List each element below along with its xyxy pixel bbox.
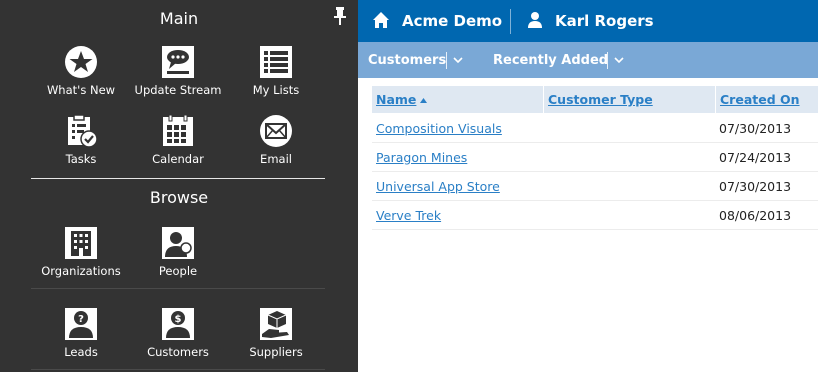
- menu-item-leads[interactable]: ? Leads: [31, 307, 131, 359]
- svg-text:$: $: [175, 314, 182, 325]
- menu-item-people[interactable]: People: [128, 226, 228, 278]
- menu-item-whats-new[interactable]: What's New: [31, 45, 131, 97]
- entity-selector[interactable]: Customers: [368, 53, 446, 68]
- tasks-icon: [68, 114, 98, 148]
- menu-item-customers[interactable]: $ Customers: [128, 307, 228, 359]
- created-on-cell: 07/30/2013: [719, 179, 792, 194]
- menu-item-email[interactable]: Email: [226, 114, 326, 166]
- created-on-cell: 07/24/2013: [719, 150, 792, 165]
- column-header-name[interactable]: Name: [376, 86, 428, 113]
- menu-item-suppliers[interactable]: Suppliers: [226, 307, 326, 359]
- main-section-title: Main: [159, 9, 199, 28]
- crumb-separator: [446, 52, 447, 69]
- question-person-icon: ?: [65, 308, 97, 340]
- column-divider[interactable]: [715, 86, 716, 113]
- menu-item-update-stream[interactable]: Update Stream: [128, 45, 228, 97]
- table-row[interactable]: Universal App Store 07/30/2013: [372, 172, 818, 201]
- view-selector[interactable]: Recently Added: [493, 53, 608, 68]
- created-on-cell: 07/30/2013: [719, 121, 792, 136]
- list-icon: [260, 46, 292, 78]
- column-header-label: Name: [376, 92, 417, 107]
- home-icon[interactable]: [372, 11, 390, 29]
- dollar-person-icon: $: [162, 308, 194, 340]
- menu-item-label: People: [158, 264, 198, 278]
- view-selector-bar: Customers Recently Added: [358, 42, 818, 78]
- calendar-icon: [163, 114, 193, 146]
- person-icon: [162, 227, 194, 259]
- navigation-menu: Main What's New Update Stream My Lists T…: [0, 0, 358, 372]
- user-name[interactable]: Karl Rogers: [555, 12, 654, 30]
- star-icon: [65, 46, 97, 78]
- column-header-created-on[interactable]: Created On: [720, 86, 800, 113]
- app-header: Acme Demo Karl Rogers: [358, 0, 818, 42]
- customer-name-link[interactable]: Verve Trek: [376, 208, 441, 223]
- column-divider[interactable]: [543, 86, 544, 113]
- menu-item-label: Customers: [147, 345, 209, 359]
- table-row[interactable]: Composition Visuals 07/30/2013: [372, 114, 818, 143]
- table-row[interactable]: Verve Trek 08/06/2013: [372, 201, 818, 230]
- customer-name-link[interactable]: Universal App Store: [376, 179, 500, 194]
- menu-item-label: Update Stream: [134, 83, 222, 97]
- menu-item-label: Email: [260, 152, 292, 166]
- customer-name-link[interactable]: Paragon Mines: [376, 150, 467, 165]
- section-divider: [31, 288, 325, 289]
- chat-icon: [162, 46, 194, 78]
- user-icon[interactable]: [528, 11, 542, 29]
- building-icon: [65, 227, 97, 259]
- svg-text:?: ?: [78, 314, 84, 325]
- section-divider: [31, 178, 325, 179]
- header-separator: [510, 9, 511, 34]
- menu-item-label: Calendar: [152, 152, 204, 166]
- pin-icon[interactable]: [332, 7, 348, 25]
- menu-item-my-lists[interactable]: My Lists: [226, 45, 326, 97]
- column-header-customer-type[interactable]: Customer Type: [548, 86, 653, 113]
- menu-item-label: Organizations: [41, 264, 121, 278]
- customer-name-link[interactable]: Composition Visuals: [376, 121, 502, 136]
- sort-ascending-icon: [420, 98, 428, 103]
- chevron-down-icon[interactable]: [614, 57, 624, 64]
- table-row[interactable]: Paragon Mines 07/24/2013: [372, 143, 818, 172]
- chevron-down-icon[interactable]: [453, 57, 463, 64]
- menu-item-label: Suppliers: [249, 345, 303, 359]
- menu-item-label: Tasks: [65, 152, 97, 166]
- app-title[interactable]: Acme Demo: [402, 12, 502, 30]
- section-divider: [31, 369, 325, 370]
- menu-item-label: My Lists: [252, 83, 300, 97]
- box-hand-icon: [260, 308, 292, 340]
- created-on-cell: 08/06/2013: [719, 208, 792, 223]
- menu-item-label: Leads: [64, 345, 98, 359]
- email-icon: [260, 115, 292, 147]
- menu-item-calendar[interactable]: Calendar: [128, 114, 228, 166]
- browse-section-title: Browse: [149, 188, 209, 207]
- crumb-separator: [607, 52, 608, 69]
- menu-item-tasks[interactable]: Tasks: [31, 114, 131, 166]
- grid-header: Name Customer Type Created On: [372, 86, 818, 113]
- menu-item-label: What's New: [46, 83, 116, 97]
- menu-item-organizations[interactable]: Organizations: [31, 226, 131, 278]
